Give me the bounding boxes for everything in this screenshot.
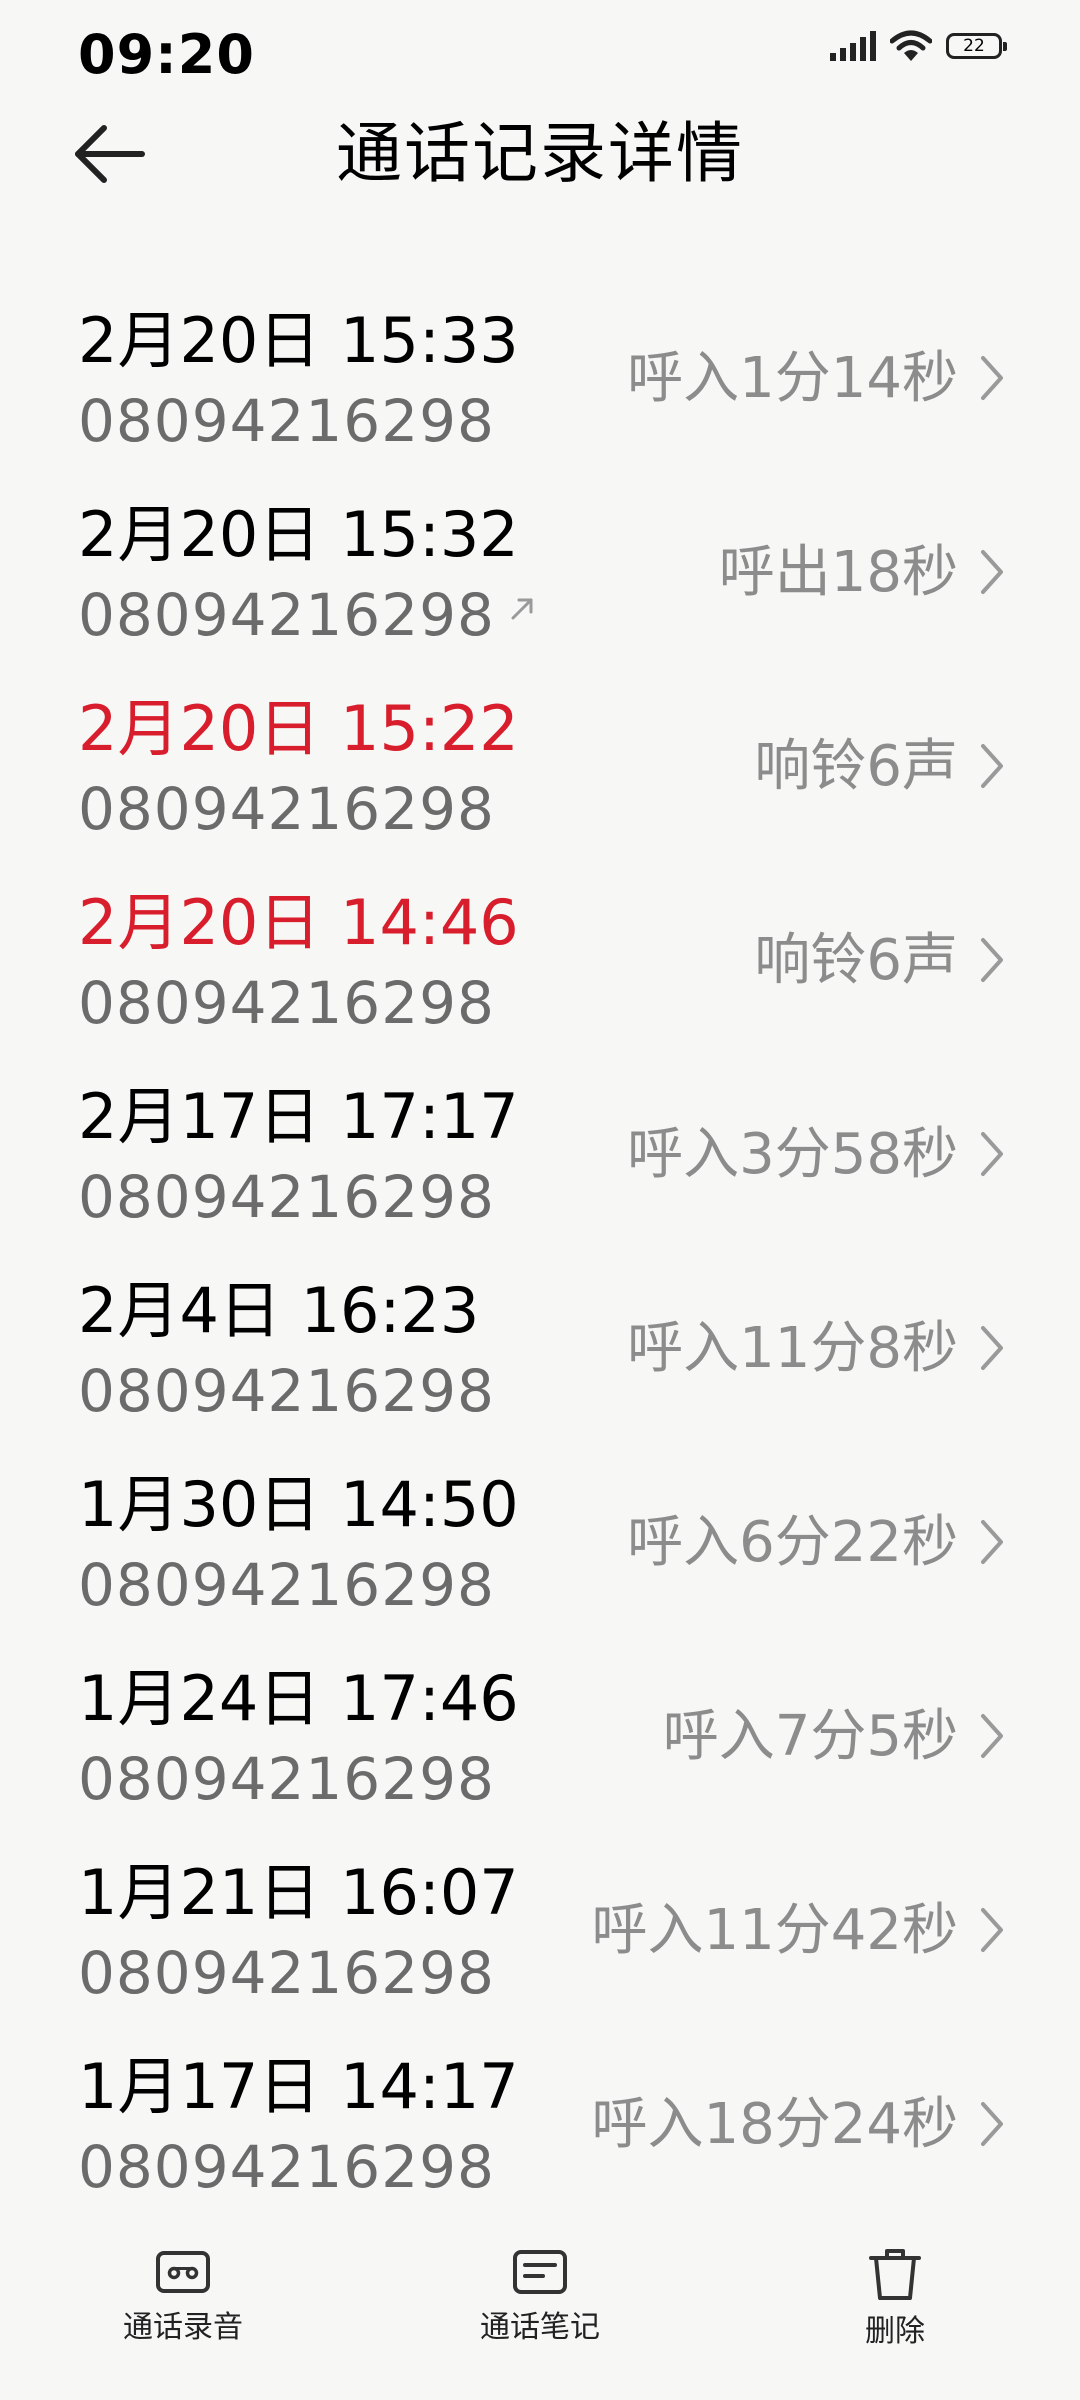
call-record-item[interactable]: 1月24日 17:46 08094216298 呼入7分5秒 bbox=[0, 1648, 1080, 1842]
call-record-item[interactable]: 2月20日 15:33 08094216298 呼入1分14秒 bbox=[0, 290, 1080, 484]
call-result: 呼入6分22秒 bbox=[627, 1510, 958, 1575]
call-time: 1月24日 17:46 bbox=[78, 1662, 519, 1735]
call-result: 响铃6声 bbox=[754, 734, 958, 799]
call-time: 2月4日 16:23 bbox=[78, 1274, 480, 1347]
call-result: 呼入3分58秒 bbox=[627, 1122, 958, 1187]
call-number: 08094216298 bbox=[78, 969, 495, 1037]
call-result: 呼入11分42秒 bbox=[591, 1898, 958, 1963]
call-list: 2月20日 15:33 08094216298 呼入1分14秒 2月20日 15… bbox=[0, 290, 1080, 2230]
call-record-item[interactable]: 2月20日 14:46 08094216298 响铃6声 bbox=[0, 872, 1080, 1066]
status-bar: 09:20 22 bbox=[0, 0, 1080, 90]
call-number: 08094216298 bbox=[78, 1939, 495, 2007]
outgoing-call-icon bbox=[511, 598, 533, 620]
call-notes-button[interactable]: 通话笔记 bbox=[440, 2246, 640, 2346]
chevron-right-icon bbox=[981, 744, 1003, 788]
call-time: 1月30日 14:50 bbox=[78, 1468, 519, 1541]
bottom-action-bar: 通话录音 通话笔记 删除 bbox=[0, 2220, 1080, 2400]
call-recording-label: 通话录音 bbox=[123, 2310, 243, 2345]
call-number: 08094216298 bbox=[78, 1163, 495, 1231]
call-record-item[interactable]: 2月20日 15:22 08094216298 响铃6声 bbox=[0, 678, 1080, 872]
status-time: 09:20 bbox=[78, 28, 255, 76]
call-number: 08094216298 bbox=[78, 1551, 495, 1619]
call-result: 呼入11分8秒 bbox=[627, 1316, 958, 1381]
chevron-right-icon bbox=[981, 356, 1003, 400]
call-time-missed: 2月20日 14:46 bbox=[78, 886, 519, 959]
call-result: 呼入1分14秒 bbox=[627, 346, 958, 411]
chevron-right-icon bbox=[981, 1908, 1003, 1952]
call-record-item[interactable]: 1月21日 16:07 08094216298 呼入11分42秒 bbox=[0, 1842, 1080, 2036]
chevron-right-icon bbox=[981, 1714, 1003, 1758]
chevron-right-icon bbox=[981, 938, 1003, 982]
call-time: 2月20日 15:33 bbox=[78, 304, 519, 377]
call-number: 08094216298 bbox=[78, 1357, 495, 1425]
chevron-right-icon bbox=[981, 1132, 1003, 1176]
call-time: 2月20日 15:32 bbox=[78, 498, 519, 571]
note-icon bbox=[513, 2250, 567, 2294]
call-recording-button[interactable]: 通话录音 bbox=[83, 2246, 283, 2346]
page-title: 通话记录详情 bbox=[336, 115, 744, 192]
call-record-item[interactable]: 1月17日 14:17 08094216298 呼入18分24秒 bbox=[0, 2036, 1080, 2230]
call-record-item[interactable]: 2月17日 17:17 08094216298 呼入3分58秒 bbox=[0, 1066, 1080, 1260]
call-number: 08094216298 bbox=[78, 1745, 495, 1813]
call-record-item[interactable]: 2月4日 16:23 08094216298 呼入11分8秒 bbox=[0, 1260, 1080, 1454]
call-time: 1月17日 14:17 bbox=[78, 2050, 519, 2123]
status-icons: 22 bbox=[830, 30, 1007, 62]
chevron-right-icon bbox=[981, 1326, 1003, 1370]
delete-label: 删除 bbox=[865, 2314, 925, 2349]
chevron-right-icon bbox=[981, 550, 1003, 594]
call-number: 08094216298 bbox=[78, 775, 495, 843]
signal-icon bbox=[830, 31, 876, 61]
call-time-missed: 2月20日 15:22 bbox=[78, 692, 519, 765]
call-time: 1月21日 16:07 bbox=[78, 1856, 519, 1929]
call-number: 08094216298 bbox=[78, 387, 495, 455]
header: 通话记录详情 bbox=[0, 100, 1080, 210]
chevron-right-icon bbox=[981, 1520, 1003, 1564]
delete-button[interactable]: 删除 bbox=[795, 2246, 995, 2350]
call-result: 呼出18秒 bbox=[718, 540, 958, 605]
call-number: 08094216298 bbox=[78, 2133, 495, 2201]
cassette-icon bbox=[156, 2251, 210, 2293]
call-result: 呼入18分24秒 bbox=[591, 2092, 958, 2157]
call-record-item[interactable]: 2月20日 15:32 08094216298 呼出18秒 bbox=[0, 484, 1080, 678]
battery-icon: 22 bbox=[946, 33, 1007, 59]
call-notes-label: 通话笔记 bbox=[480, 2310, 600, 2345]
call-result: 呼入7分5秒 bbox=[662, 1704, 958, 1769]
call-time: 2月17日 17:17 bbox=[78, 1080, 519, 1153]
chevron-right-icon bbox=[981, 2102, 1003, 2146]
call-result: 响铃6声 bbox=[754, 928, 958, 993]
call-record-item[interactable]: 1月30日 14:50 08094216298 呼入6分22秒 bbox=[0, 1454, 1080, 1648]
call-number: 08094216298 bbox=[78, 581, 495, 649]
wifi-icon bbox=[890, 30, 932, 61]
trash-icon bbox=[869, 2249, 921, 2300]
